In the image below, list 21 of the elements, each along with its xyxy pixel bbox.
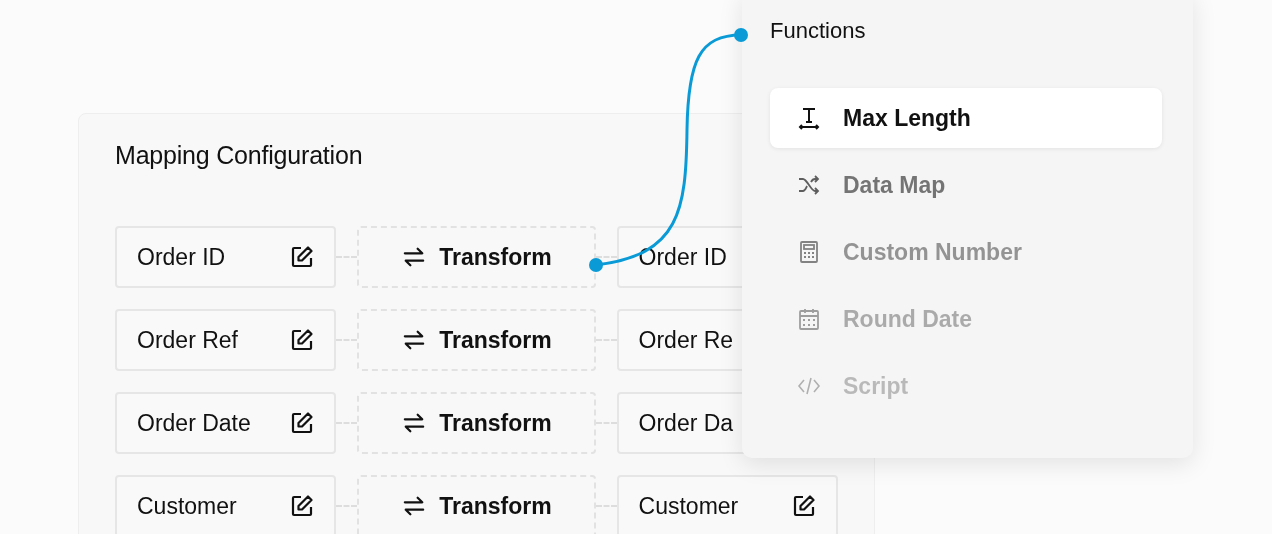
target-field[interactable]: Customer bbox=[616, 475, 838, 534]
menu-title: Functions bbox=[770, 18, 867, 44]
calculator-icon bbox=[797, 240, 821, 264]
edit-icon[interactable] bbox=[290, 245, 315, 269]
edit-icon[interactable] bbox=[290, 328, 315, 352]
menu-item[interactable]: Data Map bbox=[770, 155, 1162, 215]
source-field[interactable]: Order ID bbox=[115, 226, 337, 288]
transform-button[interactable]: Transform bbox=[357, 475, 596, 534]
edit-icon[interactable] bbox=[290, 494, 315, 518]
edit-icon[interactable] bbox=[792, 494, 816, 518]
edit-icon[interactable] bbox=[290, 411, 315, 435]
source-field[interactable]: Order Date bbox=[115, 392, 337, 454]
source-field[interactable]: Order Ref bbox=[115, 309, 337, 371]
menu-item[interactable]: Max Length bbox=[770, 88, 1162, 148]
calendar-icon bbox=[797, 307, 821, 331]
source-field[interactable]: Customer bbox=[115, 475, 337, 534]
transform-button[interactable]: Transform bbox=[357, 392, 596, 454]
card-title: Mapping Configuration bbox=[115, 140, 364, 170]
text-width-icon bbox=[797, 106, 821, 130]
transform-button[interactable]: Transform bbox=[357, 309, 596, 371]
shuffle-icon bbox=[797, 173, 821, 197]
